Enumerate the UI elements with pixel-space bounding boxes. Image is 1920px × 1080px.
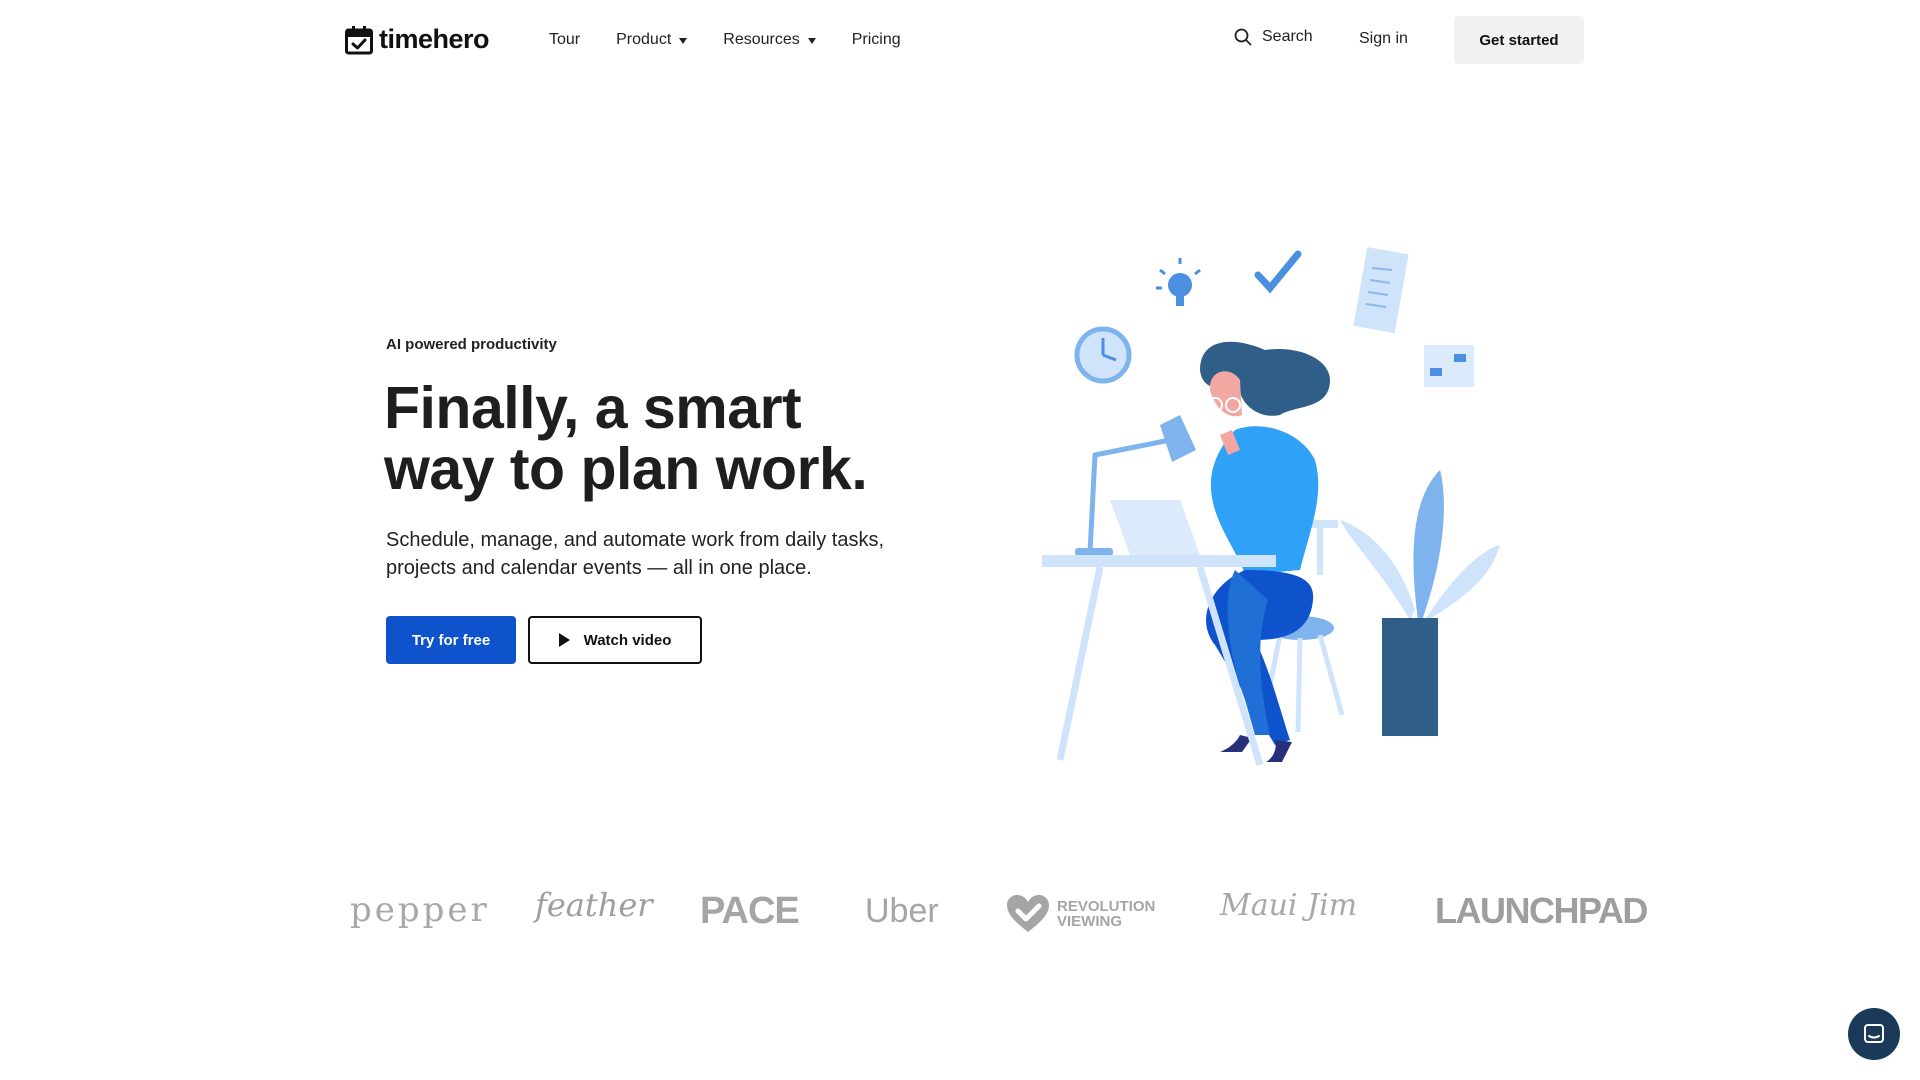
search-label: Search: [1262, 28, 1313, 45]
hero-illustration: [1042, 247, 1500, 767]
pace-logo: PACE: [700, 890, 800, 932]
nav-item-product[interactable]: Product: [616, 31, 688, 49]
nav-item-resources[interactable]: Resources: [723, 31, 816, 49]
logo[interactable]: timehero: [345, 24, 490, 55]
nav-item-tour[interactable]: Tour: [549, 31, 580, 49]
caret-down-icon: [807, 37, 816, 44]
revolution-line-1: REVOLUTION: [1057, 898, 1156, 915]
sign-in-link[interactable]: Sign in: [1359, 30, 1408, 48]
site-header: timehero Tour Product Resources Pricing …: [0, 0, 1920, 80]
laptop-icon: [1110, 500, 1200, 555]
revolution-line-2: VIEWING: [1057, 913, 1123, 930]
heart-check-icon: [1007, 895, 1049, 932]
nav-label: Tour: [549, 31, 581, 48]
logo-text: timehero: [379, 24, 490, 54]
get-started-button[interactable]: Get started: [1454, 16, 1584, 64]
checkmark-icon: [1254, 250, 1302, 294]
search-button[interactable]: Search: [1234, 28, 1313, 46]
hero-subtext: Schedule, manage, and automate work from…: [386, 529, 885, 579]
headline-line-2: way to plan work.: [384, 436, 868, 502]
chat-launcher-button[interactable]: [1848, 1008, 1900, 1060]
main-nav: Tour Product Resources Pricing: [549, 0, 901, 80]
try-for-free-button[interactable]: Try for free: [386, 616, 516, 664]
hero-headline: Finally, a smart way to plan work.: [384, 378, 944, 500]
nav-item-pricing[interactable]: Pricing: [852, 31, 901, 49]
lightbulb-icon: [1156, 258, 1201, 306]
caret-down-icon: [679, 37, 688, 44]
woman-figure: [1200, 341, 1330, 762]
nav-label: Resources: [723, 31, 800, 48]
hero-eyebrow: AI powered productivity: [386, 336, 557, 353]
maui-jim-logo: Maui Jim: [1220, 888, 1358, 923]
calendar-logo-icon: [345, 25, 373, 54]
picture-frame-icon: [1424, 345, 1474, 387]
chat-icon: [1864, 1024, 1884, 1043]
headline-line-1: Finally, a smart: [384, 375, 802, 441]
uber-logo: Uber: [865, 892, 939, 930]
search-icon: [1234, 28, 1252, 46]
play-icon: [558, 633, 570, 647]
clock-icon: [1074, 326, 1132, 384]
document-icon: [1353, 247, 1409, 334]
customer-logos: pepper feather PACE Uber REVOLUTION VIEW…: [345, 880, 1648, 950]
nav-label: Product: [616, 31, 672, 48]
nav-label: Pricing: [851, 31, 901, 48]
plant-icon: [1340, 470, 1500, 736]
launchpad-logo: LAUNCHPAD: [1435, 890, 1648, 931]
feather-logo: feather: [535, 886, 653, 924]
revolution-viewing-logo: REVOLUTION VIEWING: [1005, 894, 1155, 934]
watch-video-button[interactable]: Watch video: [528, 616, 702, 664]
watch-video-label: Watch video: [583, 631, 672, 649]
pepper-logo: pepper: [350, 890, 490, 930]
